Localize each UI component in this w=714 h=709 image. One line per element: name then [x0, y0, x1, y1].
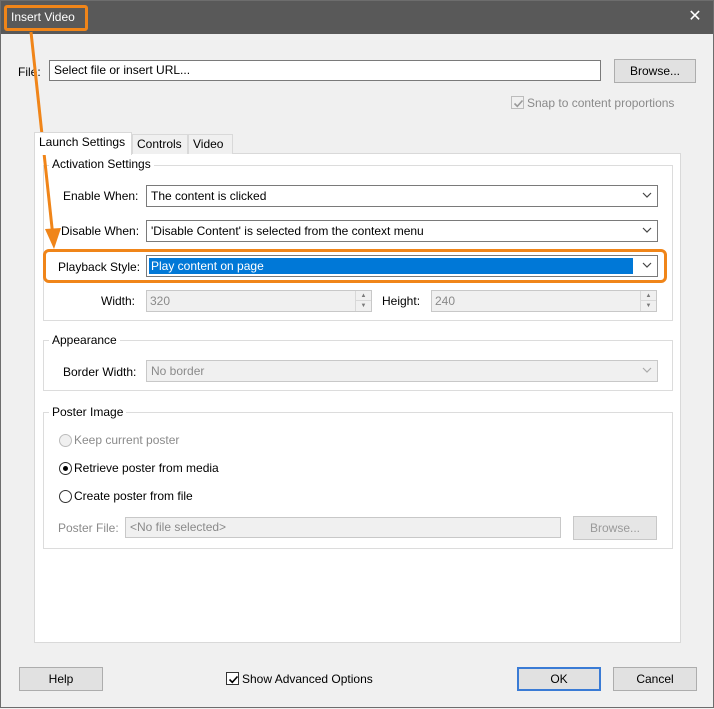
- width-value: 320: [150, 294, 171, 308]
- enable-when-label: Enable When:: [63, 189, 139, 203]
- disable-when-dropdown[interactable]: 'Disable Content' is selected from the c…: [146, 220, 658, 242]
- disable-when-value: 'Disable Content' is selected from the c…: [151, 224, 424, 238]
- tab-launch-settings[interactable]: Launch Settings: [34, 132, 132, 155]
- file-label: File:: [18, 65, 41, 79]
- playback-annotation-highlight: [43, 249, 667, 283]
- border-width-label: Border Width:: [63, 365, 137, 379]
- file-browse-button[interactable]: Browse...: [614, 59, 696, 83]
- width-stepper[interactable]: 320 ▲ ▼: [146, 290, 372, 312]
- height-label: Height:: [382, 294, 421, 308]
- title-bar: Insert Video ✕: [1, 1, 713, 34]
- border-width-dropdown[interactable]: No border: [146, 360, 658, 382]
- activation-settings-title: Activation Settings: [49, 157, 154, 171]
- poster-file-input[interactable]: <No file selected>: [125, 517, 561, 538]
- enable-when-dropdown[interactable]: The content is clicked: [146, 185, 658, 207]
- retrieve-poster-label: Retrieve poster from media: [74, 461, 219, 475]
- file-input[interactable]: Select file or insert URL...: [49, 60, 601, 81]
- border-width-value: No border: [151, 364, 205, 378]
- advanced-options-checkbox[interactable]: [226, 672, 239, 685]
- cancel-button[interactable]: Cancel: [613, 667, 697, 691]
- ok-button[interactable]: OK: [517, 667, 601, 691]
- tab-video[interactable]: Video: [188, 134, 233, 154]
- spinner-arrows-icon[interactable]: ▲ ▼: [355, 291, 371, 311]
- create-poster-label: Create poster from file: [74, 489, 193, 503]
- disable-when-label: Disable When:: [61, 224, 140, 238]
- retrieve-poster-radio[interactable]: [59, 462, 72, 475]
- appearance-title: Appearance: [49, 333, 120, 347]
- keep-poster-radio[interactable]: [59, 434, 72, 447]
- tab-controls[interactable]: Controls: [132, 134, 188, 154]
- enable-when-value: The content is clicked: [151, 189, 267, 203]
- help-button[interactable]: Help: [19, 667, 103, 691]
- chevron-down-icon: [637, 361, 657, 381]
- chevron-down-icon: [637, 186, 657, 206]
- title-annotation-highlight: [4, 5, 88, 31]
- close-icon[interactable]: ✕: [685, 7, 705, 27]
- height-stepper[interactable]: 240 ▲ ▼: [431, 290, 657, 312]
- keep-poster-label: Keep current poster: [74, 433, 180, 447]
- spinner-arrows-icon[interactable]: ▲ ▼: [640, 291, 656, 311]
- poster-browse-button[interactable]: Browse...: [573, 516, 657, 540]
- poster-image-title: Poster Image: [49, 405, 127, 419]
- insert-video-dialog: Insert Video ✕ File: Select file or inse…: [0, 0, 714, 708]
- poster-file-label: Poster File:: [58, 521, 119, 535]
- snap-label: Snap to content proportions: [527, 96, 675, 110]
- width-label: Width:: [101, 294, 136, 308]
- snap-checkbox[interactable]: [511, 96, 524, 109]
- chevron-down-icon: [637, 221, 657, 241]
- create-poster-radio[interactable]: [59, 490, 72, 503]
- height-value: 240: [435, 294, 456, 308]
- advanced-options-label: Show Advanced Options: [242, 672, 373, 686]
